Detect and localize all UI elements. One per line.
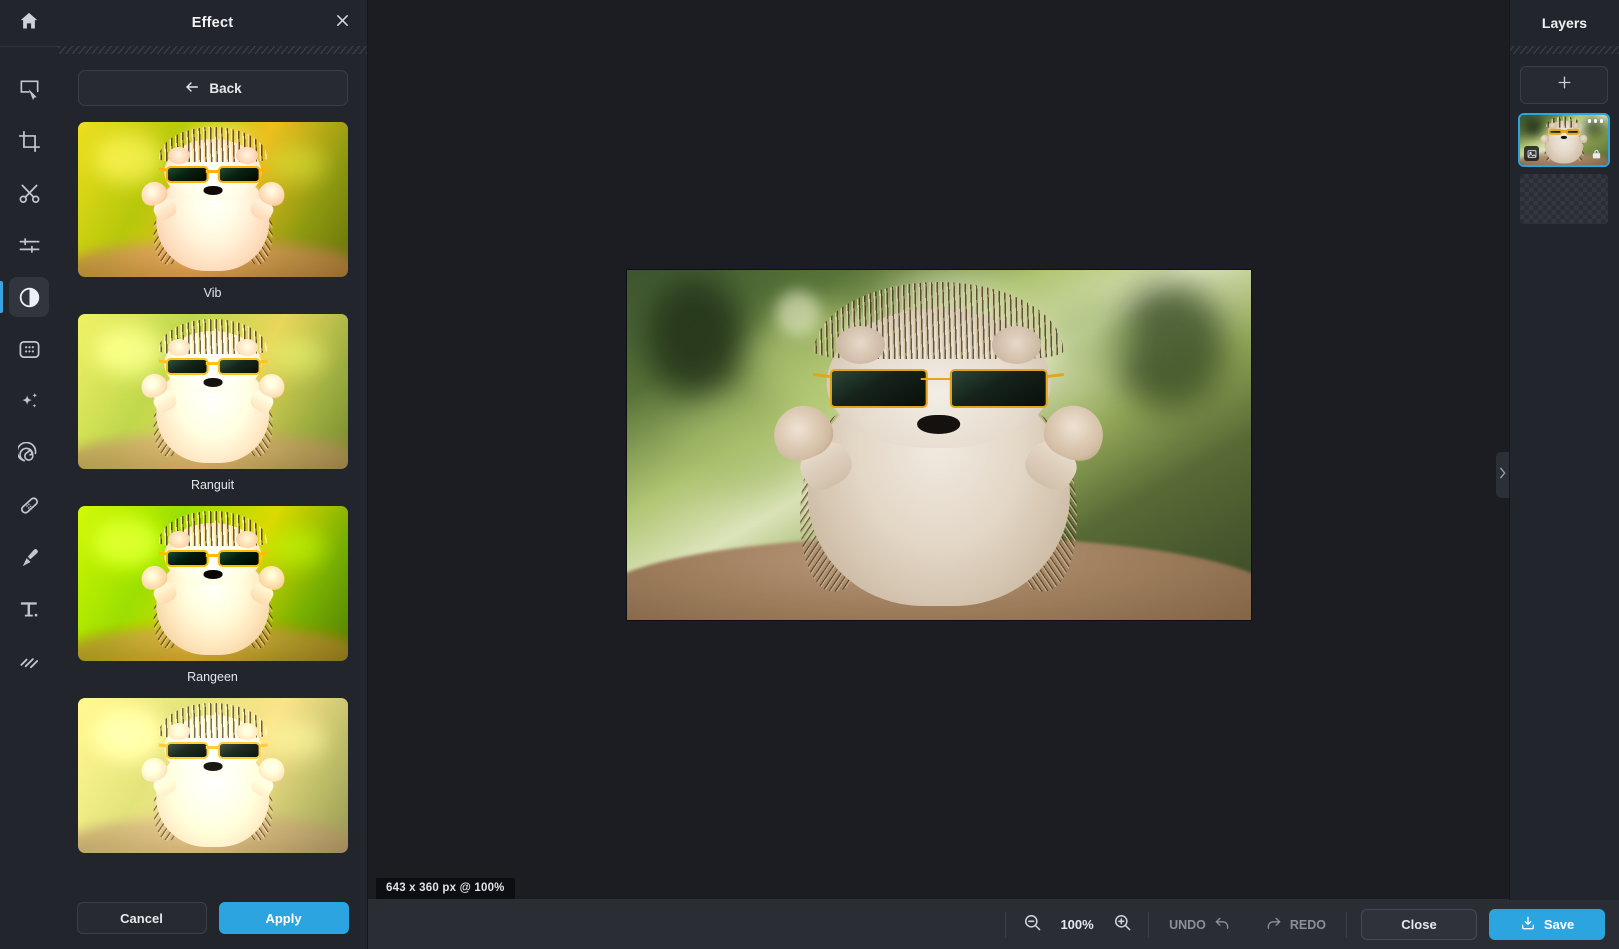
rail-divider	[0, 46, 58, 47]
effect-thumbnail[interactable]	[78, 506, 348, 661]
layers-hatch-divider	[1510, 46, 1619, 54]
history-controls: UNDO REDO	[1163, 900, 1361, 949]
effect-panel-footer: Cancel Apply	[58, 887, 367, 949]
home-button[interactable]	[0, 0, 58, 46]
bottom-toolbar: 100% UNDO REDO Close Save	[368, 900, 1619, 949]
cancel-button[interactable]: Cancel	[76, 902, 207, 934]
undo-icon	[1214, 916, 1231, 934]
bandage-icon	[18, 494, 41, 517]
layers-title: Layers	[1541, 15, 1588, 31]
effect-panel-header: Effect	[58, 0, 367, 46]
swirl-tool[interactable]	[9, 433, 49, 473]
tool-rail	[0, 0, 58, 949]
cursor-select-icon	[18, 78, 41, 101]
chevron-right-icon	[1499, 466, 1506, 484]
close-panel-button[interactable]	[329, 10, 355, 36]
effect-thumbnail[interactable]	[78, 314, 348, 469]
undo-label: UNDO	[1169, 917, 1206, 932]
collapse-layers-handle[interactable]	[1496, 451, 1509, 498]
canvas-stage[interactable]: 643 x 360 px @ 100%	[368, 0, 1509, 949]
hedgehog-artwork	[626, 269, 1251, 620]
layers-list	[1510, 54, 1619, 224]
divider	[1148, 911, 1150, 938]
select-tool[interactable]	[9, 69, 49, 109]
effect-label: Ranguit	[190, 478, 235, 492]
add-layer-button[interactable]	[1520, 66, 1608, 104]
canvas-viewport[interactable]	[368, 0, 1509, 949]
spiral-icon	[17, 441, 41, 465]
adjust-tool[interactable]	[9, 225, 49, 265]
panel-title: Effect	[191, 15, 234, 31]
effect-item[interactable]	[78, 698, 348, 853]
redo-label: REDO	[1289, 917, 1326, 932]
zoom-out-icon	[1023, 913, 1042, 937]
close-button[interactable]: Close	[1361, 909, 1477, 940]
arrow-left-icon	[184, 79, 200, 98]
effect-tool[interactable]	[0, 277, 49, 317]
effect-label: Rangeen	[187, 670, 238, 684]
close-icon	[335, 13, 350, 33]
zoom-level[interactable]: 100%	[1057, 917, 1097, 932]
zoom-in-button[interactable]	[1110, 913, 1134, 937]
layer-item-image[interactable]	[1518, 113, 1610, 167]
divider	[1346, 911, 1347, 938]
contrast-icon	[18, 286, 41, 309]
enhance-tool[interactable]	[9, 381, 49, 421]
document-actions: Close Save	[1361, 900, 1619, 949]
image-editor-app: Effect Back Vib Ranguit Rangeen Cancel A…	[0, 0, 1619, 949]
save-button[interactable]: Save	[1489, 909, 1605, 940]
sliders-icon	[18, 234, 41, 257]
brush-icon	[18, 546, 41, 569]
canvas-image[interactable]	[626, 269, 1251, 620]
crop-icon	[18, 130, 41, 153]
effect-thumbnail[interactable]	[78, 122, 348, 277]
layer-type-image-icon	[1524, 146, 1539, 161]
canvas-status: 643 x 360 px @ 100%	[376, 878, 515, 899]
brush-tool[interactable]	[9, 537, 49, 577]
back-label: Back	[209, 80, 242, 96]
stripes-icon	[18, 650, 41, 673]
frame-tool[interactable]	[9, 641, 49, 681]
effect-panel: Effect Back Vib Ranguit Rangeen Cancel A…	[58, 0, 368, 949]
effect-label: Vib	[203, 286, 222, 300]
layer-menu-button[interactable]	[1587, 119, 1603, 123]
crop-tool[interactable]	[9, 121, 49, 161]
plus-icon	[1556, 74, 1573, 96]
mosaic-icon	[18, 338, 41, 361]
effect-list: Back Vib Ranguit Rangeen	[58, 54, 367, 887]
back-button[interactable]: Back	[78, 70, 348, 106]
hedgehog-artwork	[78, 698, 348, 853]
scissors-icon	[18, 182, 41, 205]
text-icon	[18, 598, 41, 621]
cut-tool[interactable]	[9, 173, 49, 213]
divider	[1005, 911, 1007, 938]
apply-button[interactable]: Apply	[218, 902, 349, 934]
effect-thumbnail[interactable]	[78, 698, 348, 853]
layers-panel: Layers	[1509, 0, 1619, 949]
effect-item[interactable]: Rangeen	[78, 506, 348, 684]
zoom-out-button[interactable]	[1020, 913, 1044, 937]
layer-lock-icon[interactable]	[1590, 146, 1603, 161]
save-label: Save	[1543, 917, 1575, 932]
redo-icon	[1265, 916, 1282, 934]
sparkle-icon	[18, 390, 41, 413]
effect-item[interactable]: Ranguit	[78, 314, 348, 492]
undo-button[interactable]: UNDO	[1163, 916, 1237, 934]
hedgehog-artwork	[78, 314, 348, 469]
download-icon	[1520, 915, 1536, 934]
panel-hatch-divider	[58, 46, 367, 54]
redo-button[interactable]: REDO	[1259, 916, 1332, 934]
zoom-in-icon	[1113, 913, 1132, 937]
pixelate-tool[interactable]	[9, 329, 49, 369]
hedgehog-artwork	[78, 122, 348, 277]
home-icon	[18, 10, 40, 37]
hedgehog-artwork	[78, 506, 348, 661]
text-tool[interactable]	[9, 589, 49, 629]
zoom-controls: 100%	[991, 900, 1163, 949]
layer-item-transparent[interactable]	[1520, 174, 1608, 224]
heal-tool[interactable]	[9, 485, 49, 525]
effect-item[interactable]: Vib	[78, 122, 348, 300]
